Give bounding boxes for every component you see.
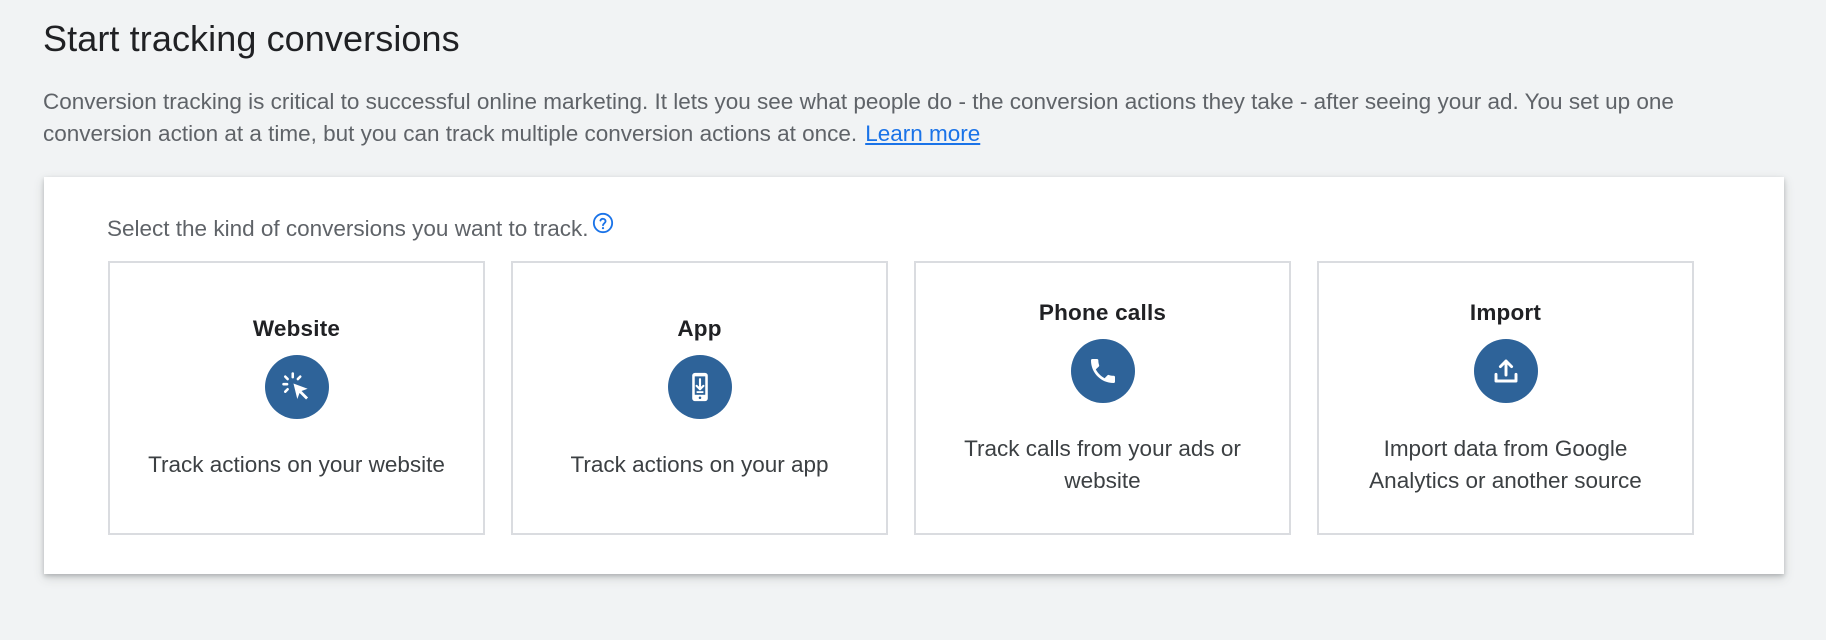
phone-icon	[1070, 338, 1135, 403]
card-title: Phone calls	[1038, 299, 1167, 325]
mobile-download-icon	[667, 354, 732, 419]
card-title: Website	[252, 315, 341, 341]
page-title: Start tracking conversions	[43, 18, 460, 59]
card-website[interactable]: Website Track actions on your website	[108, 261, 485, 535]
cursor-click-icon	[264, 354, 329, 419]
card-import[interactable]: Import Import data from Google Analytics…	[1317, 261, 1694, 535]
card-description: Track actions on your website	[148, 451, 445, 477]
learn-more-link[interactable]: Learn more	[865, 121, 980, 146]
conversion-type-panel: Select the kind of conversions you want …	[44, 177, 1784, 574]
card-description: Import data from Google Analytics or ano…	[1369, 435, 1642, 493]
card-app[interactable]: App Track actions on your app	[511, 261, 888, 535]
prompt-text: Select the kind of conversions you want …	[107, 216, 589, 241]
conversion-type-cards: Website Track actions on your website Ap…	[108, 261, 1694, 535]
conversion-type-prompt: Select the kind of conversions you want …	[107, 212, 614, 242]
intro-text: Conversion tracking is critical to succe…	[43, 89, 1674, 146]
page: Start tracking conversions Conversion tr…	[0, 0, 1826, 640]
card-description: Track calls from your ads or website	[964, 435, 1241, 493]
card-title: App	[677, 315, 722, 341]
upload-icon	[1473, 338, 1538, 403]
card-phone-calls[interactable]: Phone calls Track calls from your ads or…	[914, 261, 1291, 535]
intro-paragraph: Conversion tracking is critical to succe…	[43, 86, 1743, 150]
help-circle-icon[interactable]	[592, 212, 614, 234]
card-title: Import	[1469, 299, 1542, 325]
card-description: Track actions on your app	[570, 451, 829, 477]
